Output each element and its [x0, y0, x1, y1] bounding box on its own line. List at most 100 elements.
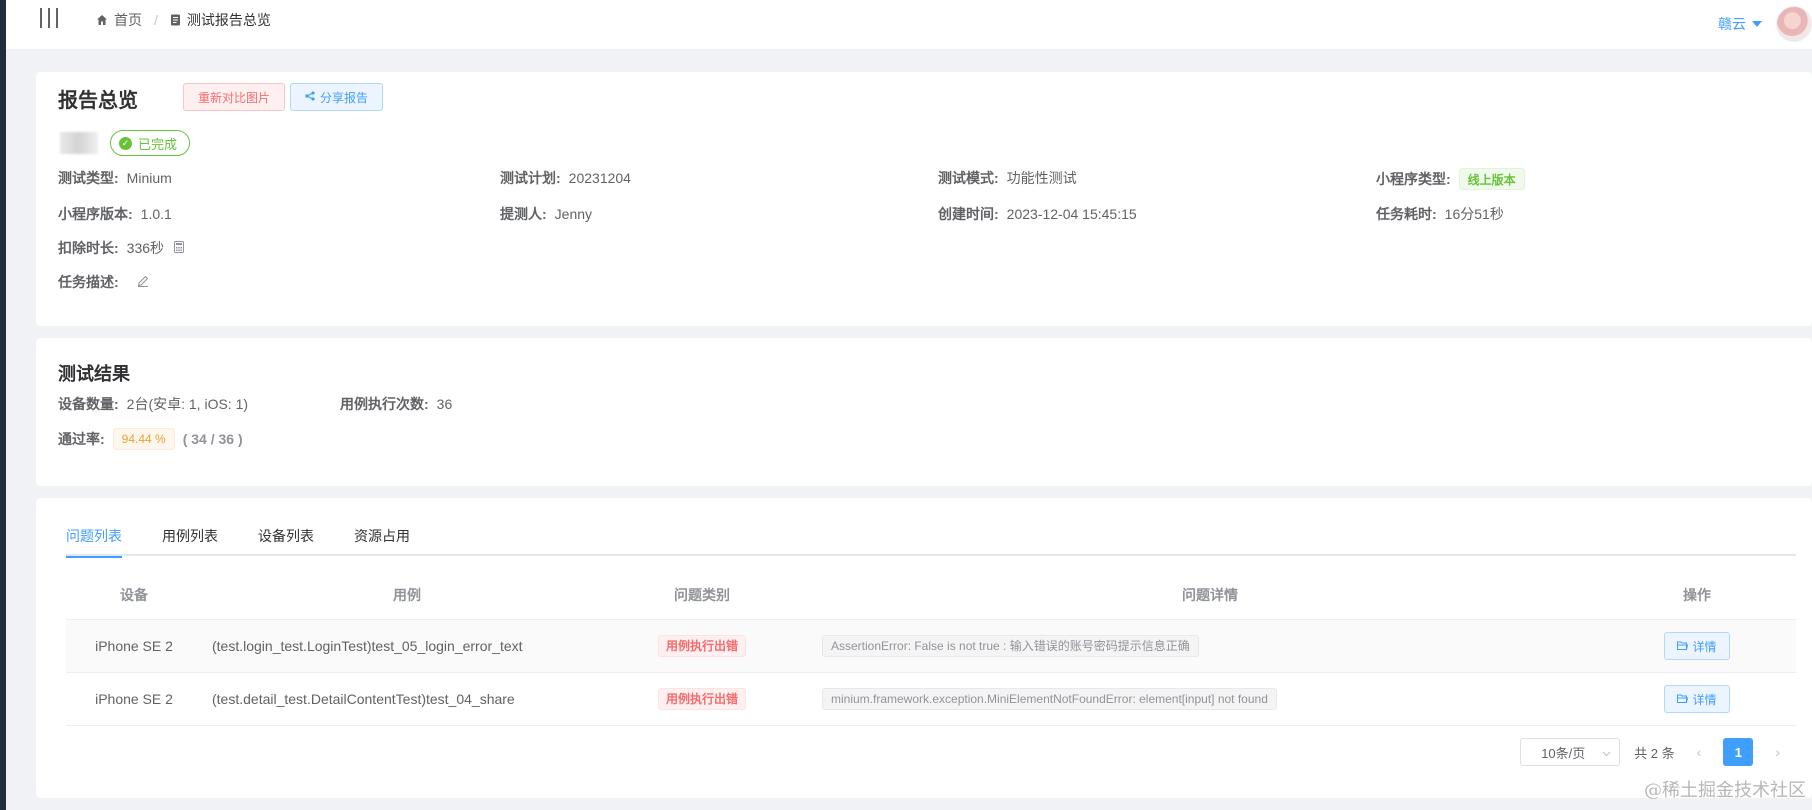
test-plan-label: 测试计划:: [500, 170, 561, 186]
watermark: @稀土掘金技术社区: [1644, 780, 1806, 801]
share-report-label: 分享报告: [320, 90, 369, 105]
category-badge: 用例执行出错: [657, 688, 746, 710]
status-label: 已完成: [138, 136, 178, 152]
cell-action: 详情: [1598, 685, 1796, 713]
header-action: 操作: [1683, 586, 1711, 603]
user-name-dropdown[interactable]: 赣云: [1718, 14, 1762, 34]
field-task-duration: 任务耗时: 16分51秒: [1376, 204, 1504, 224]
chevron-down-icon: [1602, 745, 1611, 760]
overview-title: 报告总览: [58, 90, 138, 112]
cell-category: 用例执行出错: [602, 688, 802, 710]
breadcrumb: 首页 / 测试报告总览: [96, 10, 271, 30]
home-icon: [96, 14, 108, 26]
caret-down-icon: [1752, 21, 1762, 27]
cell-category: 用例执行出错: [602, 635, 802, 657]
field-pass-rate: 通过率: 94.44 % ( 34 / 36 ): [58, 428, 243, 450]
menu-toggle-icon[interactable]: [40, 8, 58, 28]
table-row: iPhone SE 2 (test.detail_test.DetailCont…: [66, 673, 1796, 726]
submitter-value: Jenny: [554, 206, 593, 222]
tab-devices[interactable]: 设备列表: [258, 526, 314, 556]
app-version-label: 小程序版本:: [58, 206, 133, 222]
issues-card: 问题列表 用例列表 设备列表 资源占用 设备 用例 问题类别 问题详情 操作 i…: [36, 498, 1812, 798]
status-badge: ✓ 已完成: [110, 130, 191, 156]
app-type-badge: 线上版本: [1458, 168, 1525, 190]
cell-detail: AssertionError: False is not true : 输入错误…: [802, 635, 1598, 657]
page-size-value: 10条/页: [1541, 745, 1586, 761]
report-overview-card: 报告总览 重新对比图片 分享报告 ✓ 已完成 测试类型: Minium 测试计划…: [36, 72, 1812, 326]
field-task-description: 任务描述:: [58, 272, 149, 292]
breadcrumb-home[interactable]: 首页: [96, 10, 142, 30]
breadcrumb-current: 测试报告总览: [170, 10, 271, 30]
user-menu[interactable]: 赣云: [1718, 6, 1812, 42]
header-category: 问题类别: [674, 586, 730, 603]
pass-rate-label: 通过率:: [58, 431, 105, 447]
breadcrumb-home-label: 首页: [114, 12, 142, 28]
field-app-type: 小程序类型: 线上版本: [1376, 168, 1525, 190]
cell-case: (test.detail_test.DetailContentTest)test…: [212, 691, 515, 707]
tab-issues[interactable]: 问题列表: [66, 526, 122, 558]
page-size-select[interactable]: 10条/页: [1520, 738, 1621, 766]
detail-message: AssertionError: False is not true : 输入错误…: [822, 635, 1199, 657]
field-app-version: 小程序版本: 1.0.1: [58, 204, 172, 224]
pass-rate-badge: 94.44 %: [112, 428, 175, 450]
folder-open-icon: [1677, 639, 1689, 653]
field-submitter: 提测人: Jenny: [500, 204, 592, 224]
header-device: 设备: [120, 586, 148, 603]
task-description-label: 任务描述:: [58, 274, 119, 290]
document-icon: [170, 14, 181, 26]
created-time-value: 2023-12-04 15:45:15: [1006, 206, 1137, 222]
field-case-runs: 用例执行次数: 36: [340, 394, 452, 414]
page-number-current[interactable]: 1: [1723, 738, 1754, 766]
test-type-label: 测试类型:: [58, 170, 119, 186]
rediff-images-label: 重新对比图片: [198, 90, 271, 105]
submitter-label: 提测人:: [500, 206, 547, 222]
field-test-type: 测试类型: Minium: [58, 168, 172, 188]
share-report-button[interactable]: 分享报告: [290, 83, 384, 111]
task-duration-label: 任务耗时:: [1376, 206, 1437, 222]
table-header-row: 设备 用例 问题类别 问题详情 操作: [66, 570, 1796, 620]
case-runs-label: 用例执行次数:: [340, 396, 429, 412]
device-count-value: 2台(安卓: 1, iOS: 1): [126, 396, 249, 412]
tab-cases[interactable]: 用例列表: [162, 526, 218, 556]
pass-count-value: ( 34 / 36 ): [182, 431, 243, 447]
test-results-card: 测试结果 设备数量: 2台(安卓: 1, iOS: 1) 用例执行次数: 36 …: [36, 338, 1812, 486]
blurred-app-thumbnail: [60, 132, 98, 154]
field-test-mode: 测试模式: 功能性测试: [938, 168, 1077, 188]
edit-icon[interactable]: [137, 275, 149, 290]
field-device-count: 设备数量: 2台(安卓: 1, iOS: 1): [58, 394, 248, 414]
pagination: 10条/页 共 2 条 ‹ 1 ›: [1520, 738, 1788, 766]
tab-bar: 问题列表 用例列表 设备列表 资源占用: [66, 526, 1796, 558]
table-row: iPhone SE 2 (test.login_test.LoginTest)t…: [66, 620, 1796, 673]
field-created-time: 创建时间: 2023-12-04 15:45:15: [938, 204, 1137, 224]
detail-button[interactable]: 详情: [1664, 632, 1730, 660]
task-duration-value: 16分51秒: [1444, 206, 1504, 222]
test-type-value: Minium: [126, 170, 172, 186]
user-name: 赣云: [1718, 16, 1746, 32]
top-navbar: 首页 / 测试报告总览 赣云: [6, 0, 1812, 50]
avatar[interactable]: [1776, 6, 1812, 42]
results-title: 测试结果: [58, 364, 130, 384]
cell-case: (test.login_test.LoginTest)test_05_login…: [212, 638, 523, 654]
deduct-duration-label: 扣除时长:: [58, 240, 119, 256]
cell-detail: minium.framework.exception.MiniElementNo…: [802, 688, 1598, 710]
prev-page-icon[interactable]: ‹: [1689, 744, 1710, 760]
tab-resources[interactable]: 资源占用: [354, 526, 410, 556]
rediff-images-button[interactable]: 重新对比图片: [183, 83, 286, 111]
cell-device: iPhone SE 2: [95, 638, 173, 654]
cell-device: iPhone SE 2: [95, 691, 173, 707]
app-type-label: 小程序类型:: [1376, 171, 1451, 187]
field-test-plan: 测试计划: 20231204: [500, 168, 631, 188]
app-version-value: 1.0.1: [140, 206, 172, 222]
detail-button-label: 详情: [1692, 692, 1717, 707]
detail-button-label: 详情: [1692, 639, 1717, 654]
next-page-icon[interactable]: ›: [1767, 744, 1788, 760]
calculator-icon[interactable]: [174, 240, 185, 256]
case-runs-value: 36: [436, 396, 453, 412]
issues-table: 设备 用例 问题类别 问题详情 操作 iPhone SE 2 (test.log…: [66, 570, 1796, 726]
breadcrumb-separator: /: [154, 12, 158, 28]
test-mode-label: 测试模式:: [938, 170, 999, 186]
category-badge: 用例执行出错: [657, 635, 746, 657]
detail-button[interactable]: 详情: [1664, 685, 1730, 713]
detail-message: minium.framework.exception.MiniElementNo…: [822, 688, 1277, 710]
test-plan-value: 20231204: [568, 170, 631, 186]
